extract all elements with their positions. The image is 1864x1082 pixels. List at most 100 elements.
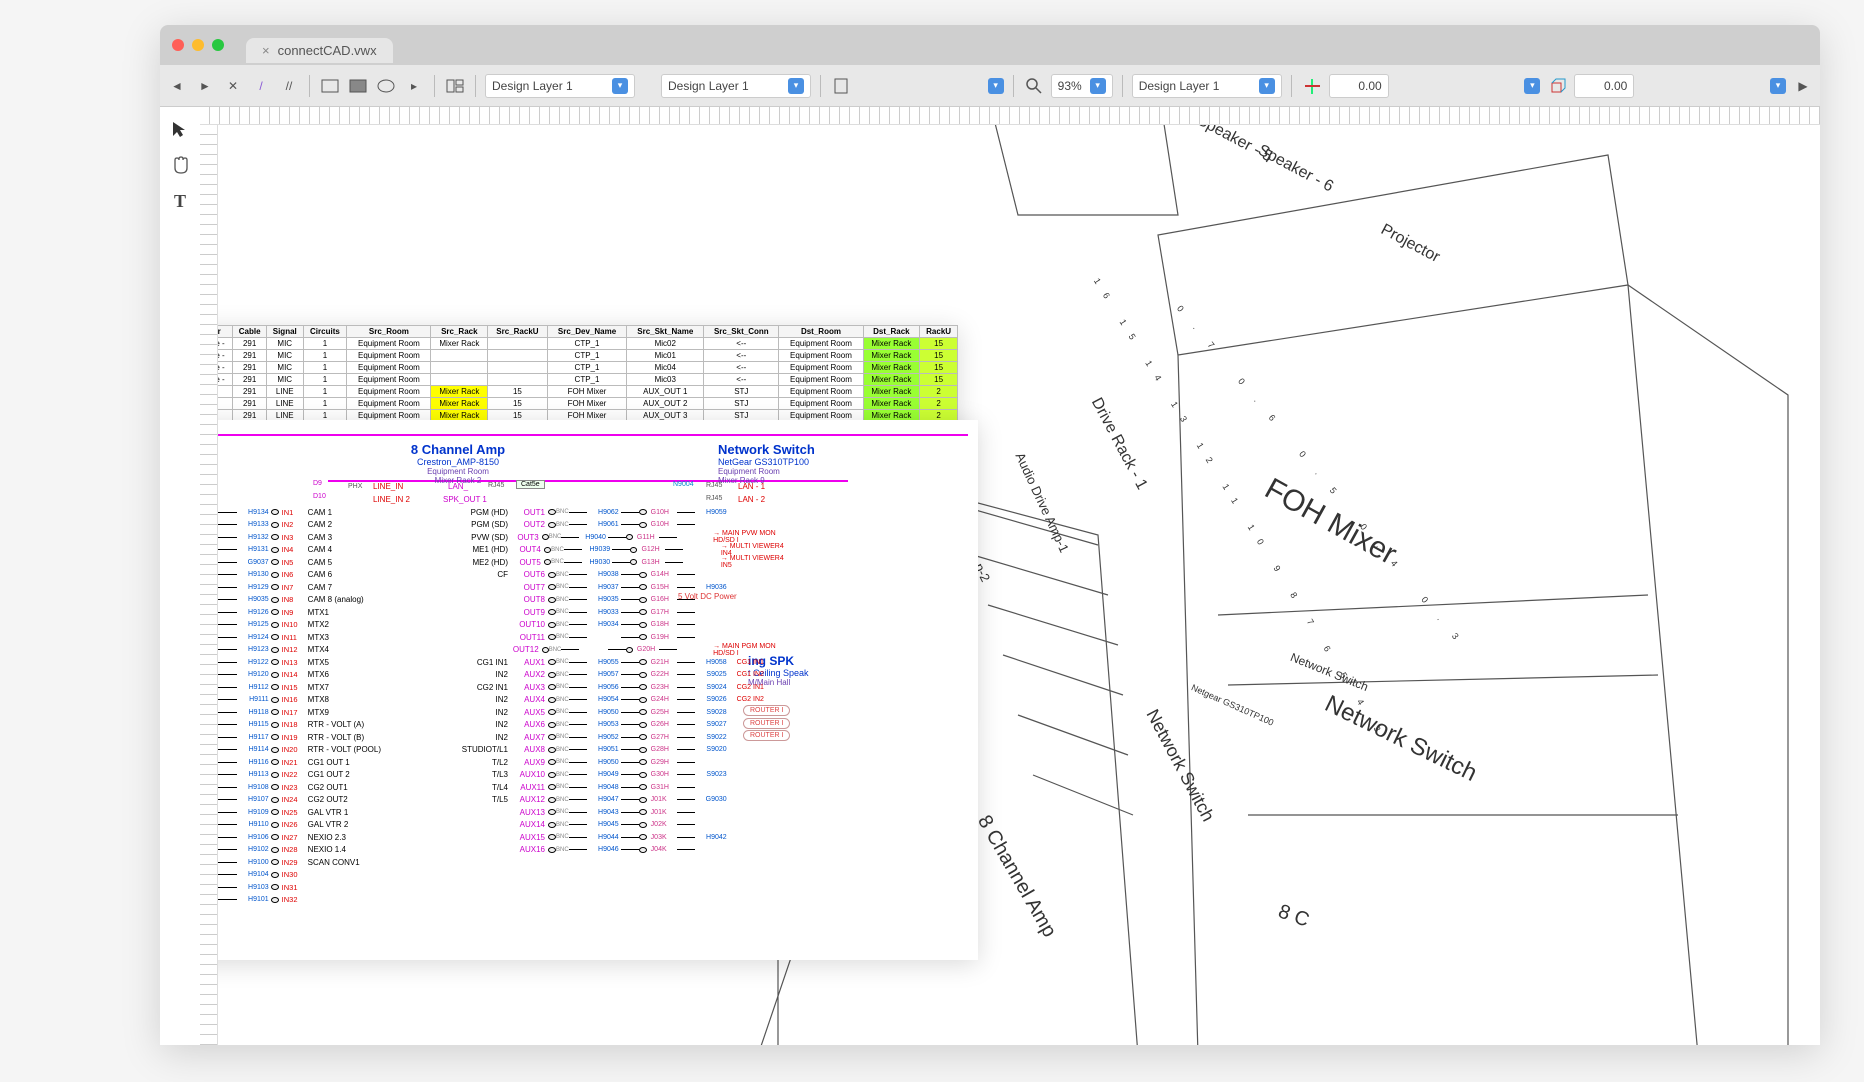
input-row[interactable]: H9087S.02FBNCH9133IN2CAM 2	[218, 519, 448, 531]
input-row[interactable]: H9075E16FBNCH9111IN16MTX8	[218, 694, 448, 706]
output-row[interactable]: PGM (SD)OUT2BNCH9061G10H	[448, 519, 788, 531]
input-row[interactable]: H9098E10FBNCH9125IN10MTX2	[218, 619, 448, 631]
col-Signal[interactable]: Signal	[267, 326, 304, 338]
cursor-tool[interactable]	[166, 115, 194, 143]
input-row[interactable]: H9079E17FBNCH9118IN17MTX9	[218, 706, 448, 718]
output-row[interactable]: IN2AUX5BNCH9050G25HS9028	[448, 706, 788, 718]
pan-tool[interactable]	[166, 151, 194, 179]
output-row[interactable]: OUT7BNCH9037G15HH9036	[448, 581, 788, 593]
col-Src_Rack[interactable]: Src_Rack	[431, 326, 488, 338]
input-row[interactable]: H9003S.26FBNCH9110IN26GAL VTR 2	[218, 819, 448, 831]
layer-select-3[interactable]: Design Layer 1 ▾	[1132, 74, 1282, 98]
output-row[interactable]: CG2 IN1AUX3BNCH9056G23HS9024CG2 IN1	[448, 681, 788, 693]
input-row[interactable]: H9060E20FBNCH9114IN20RTR - VOLT (POOL)	[218, 744, 448, 756]
table-row[interactable]: CTP Line -291MIC1Equipment RoomCTP_1Mic0…	[218, 362, 958, 374]
device-network-switch[interactable]: Network Switch NetGear GS310TP100 Equipm…	[718, 442, 918, 485]
output-row[interactable]: PVW (SD)OUT3BNCH9040G11H→ MAIN PVW MON H…	[448, 531, 788, 543]
table-row[interactable]: CTP Line -291MIC1Equipment RoomMixer Rac…	[218, 338, 958, 350]
slash-icon[interactable]: /	[250, 75, 272, 97]
rect-icon[interactable]	[319, 75, 341, 97]
input-row[interactable]: H9016E25FBNCH9109IN25GAL VTR 1	[218, 806, 448, 818]
router-destination[interactable]: ROUTER I	[743, 730, 790, 741]
output-row[interactable]: OUT10BNCH9034G18H	[448, 619, 788, 631]
ruler-vertical[interactable]	[200, 125, 218, 1045]
close-icon[interactable]: ×	[262, 43, 270, 58]
input-row[interactable]: E32FBNCH9101IN32	[218, 894, 448, 906]
output-row[interactable]: OUT8BNCH9035G16H	[448, 594, 788, 606]
input-row[interactable]: H9090S.05FBNCG9037IN5CAM 5	[218, 556, 448, 568]
input-row[interactable]: H9091S.06FBNCH9130IN6CAM 6	[218, 569, 448, 581]
output-row[interactable]: AUX16BNCH9046J04K	[448, 844, 788, 856]
output-row[interactable]: IN2AUX6BNCH9053G26HS9027	[448, 719, 788, 731]
cube-icon[interactable]	[1546, 75, 1568, 97]
more-icon[interactable]: ▶	[1792, 75, 1814, 97]
output-row[interactable]: OUT11BNCG19H	[448, 631, 788, 643]
input-row[interactable]: H9093S.08FBNCH9035IN8CAM 8 (analog)	[218, 594, 448, 606]
output-row[interactable]: T/L2AUX9BNCH9050G29H	[448, 756, 788, 768]
dblslash-icon[interactable]: //	[278, 75, 300, 97]
col-Src_Dev_Name[interactable]: Src_Dev_Name	[547, 326, 627, 338]
zoom-select[interactable]: 93% ▾	[1051, 74, 1113, 98]
ruler-horizontal[interactable]	[200, 107, 1820, 125]
table-row[interactable]: D10291LINE1Equipment RoomMixer Rack15FOH…	[218, 398, 958, 410]
output-row[interactable]: IN2AUX7BNCH9052G27HS9022	[448, 731, 788, 743]
col-Cable[interactable]: Cable	[233, 326, 267, 338]
col-Src_Room[interactable]: Src_Room	[347, 326, 431, 338]
input-row[interactable]: H9083S.12FBNCH9123IN12MTX4	[218, 644, 448, 656]
chevron-down-icon[interactable]: ▾	[988, 78, 1004, 94]
input-row[interactable]: H9033E28FBNCH9102IN28NEXIO 1.4	[218, 844, 448, 856]
input-row[interactable]: H9005E29FBNCH9100IN29SCAN CONV1	[218, 856, 448, 868]
table-row[interactable]: CTP Line -291MIC1Equipment RoomCTP_1Mic0…	[218, 374, 958, 386]
router-destination[interactable]: ROUTER I	[743, 718, 790, 729]
device-8ch-amp[interactable]: 8 Channel Amp Crestron_AMP-8150 Equipmen…	[358, 442, 558, 485]
input-row[interactable]: H9096S.09FBNCH9126IN9MTX1	[218, 606, 448, 618]
input-row[interactable]: H9088E03FBNCH9132IN3CAM 3	[218, 531, 448, 543]
zigzag-icon[interactable]: ✕	[222, 75, 244, 97]
input-row[interactable]: H9089S.04FBNCH9131IN4CAM 4	[218, 544, 448, 556]
output-row[interactable]: IN2AUX2BNCH9057G22HS9025CG1 IN2	[448, 669, 788, 681]
col-Number[interactable]: Number	[218, 326, 233, 338]
input-row[interactable]: H9012E24FBNCH9107IN24CG2 OUT2	[218, 794, 448, 806]
output-row[interactable]: STUDIOT/L1AUX8BNCH9051G28HS9020	[448, 744, 788, 756]
input-row[interactable]: H9081E11FBNCH9124IN11MTX3	[218, 631, 448, 643]
axes-icon[interactable]	[1301, 75, 1323, 97]
layer-select-2[interactable]: Design Layer 1 ▾	[661, 74, 811, 98]
output-row[interactable]: OUT9BNCH9033G17H	[448, 606, 788, 618]
output-row[interactable]: AUX13BNCH9043J01K	[448, 806, 788, 818]
table-row[interactable]: CTP Line -291MIC1Equipment RoomCTP_1Mic0…	[218, 350, 958, 362]
nav-forward-icon[interactable]: ►	[194, 75, 216, 97]
input-row[interactable]: E31FBNCH9103IN31	[218, 881, 448, 893]
output-row[interactable]: CFOUT6BNCH9038G14H	[448, 569, 788, 581]
layout-icon[interactable]	[444, 75, 466, 97]
nav-back-icon[interactable]: ◄	[166, 75, 188, 97]
input-row[interactable]: H9015E23FBNCH9108IN23CG2 OUT1	[218, 781, 448, 793]
col-Src_Skt_Name[interactable]: Src_Skt_Name	[627, 326, 704, 338]
close-button[interactable]	[172, 39, 184, 51]
output-row[interactable]: ME2 (HD)OUT5BNCH9030G13H→ MULTI VIEWER4 …	[448, 556, 788, 568]
table-row[interactable]: D9291LINE1Equipment RoomMixer Rack15FOH …	[218, 386, 958, 398]
input-row[interactable]: H9049E22FBNCH9113IN22CG1 OUT 2	[218, 769, 448, 781]
col-Src_Skt_Conn[interactable]: Src_Skt_Conn	[704, 326, 779, 338]
input-row[interactable]: H9085S.14FBNCH9120IN14MTX6	[218, 669, 448, 681]
router-destination[interactable]: ROUTER I	[743, 705, 790, 716]
input-row[interactable]: H9086S.15FBNCH9112IN15MTX7	[218, 681, 448, 693]
coord-x-input[interactable]: 0.00	[1329, 74, 1389, 98]
input-row[interactable]: H9071E19FBNCH9117IN19RTR - VOLT (B)	[218, 731, 448, 743]
input-row[interactable]: H9094E01FBNCH9134IN1CAM 1	[218, 506, 448, 518]
coord-y-input[interactable]: 0.00	[1574, 74, 1634, 98]
ellipse-icon[interactable]	[375, 75, 397, 97]
col-RackU[interactable]: RackU	[920, 326, 958, 338]
output-row[interactable]: CG1 IN1AUX1BNCH9055G21HH9058CG1 IN1	[448, 656, 788, 668]
col-Dst_Rack[interactable]: Dst_Rack	[863, 326, 920, 338]
chevron-down-icon[interactable]: ▾	[1524, 78, 1540, 94]
input-row[interactable]: H9092S.07FBNCH9129IN7CAM 7	[218, 581, 448, 593]
minimize-button[interactable]	[192, 39, 204, 51]
output-row[interactable]: AUX15BNCH9044J03KH9042	[448, 831, 788, 843]
input-row[interactable]: H9063E21FBNCH9116IN21CG1 OUT 1	[218, 756, 448, 768]
output-row[interactable]: T/L5AUX12BNCH9047J01KG9030	[448, 794, 788, 806]
col-Dst_Room[interactable]: Dst_Room	[779, 326, 863, 338]
output-row[interactable]: PGM (HD)OUT1BNCH9062G10HH9059	[448, 506, 788, 518]
document-tab[interactable]: × connectCAD.vwx	[246, 38, 393, 63]
output-row[interactable]: ME1 (HD)OUT4BNCH9039G12H→ MULTI VIEWER4 …	[448, 544, 788, 556]
input-row[interactable]: H9076E18FBNCH9115IN18RTR - VOLT (A)	[218, 719, 448, 731]
